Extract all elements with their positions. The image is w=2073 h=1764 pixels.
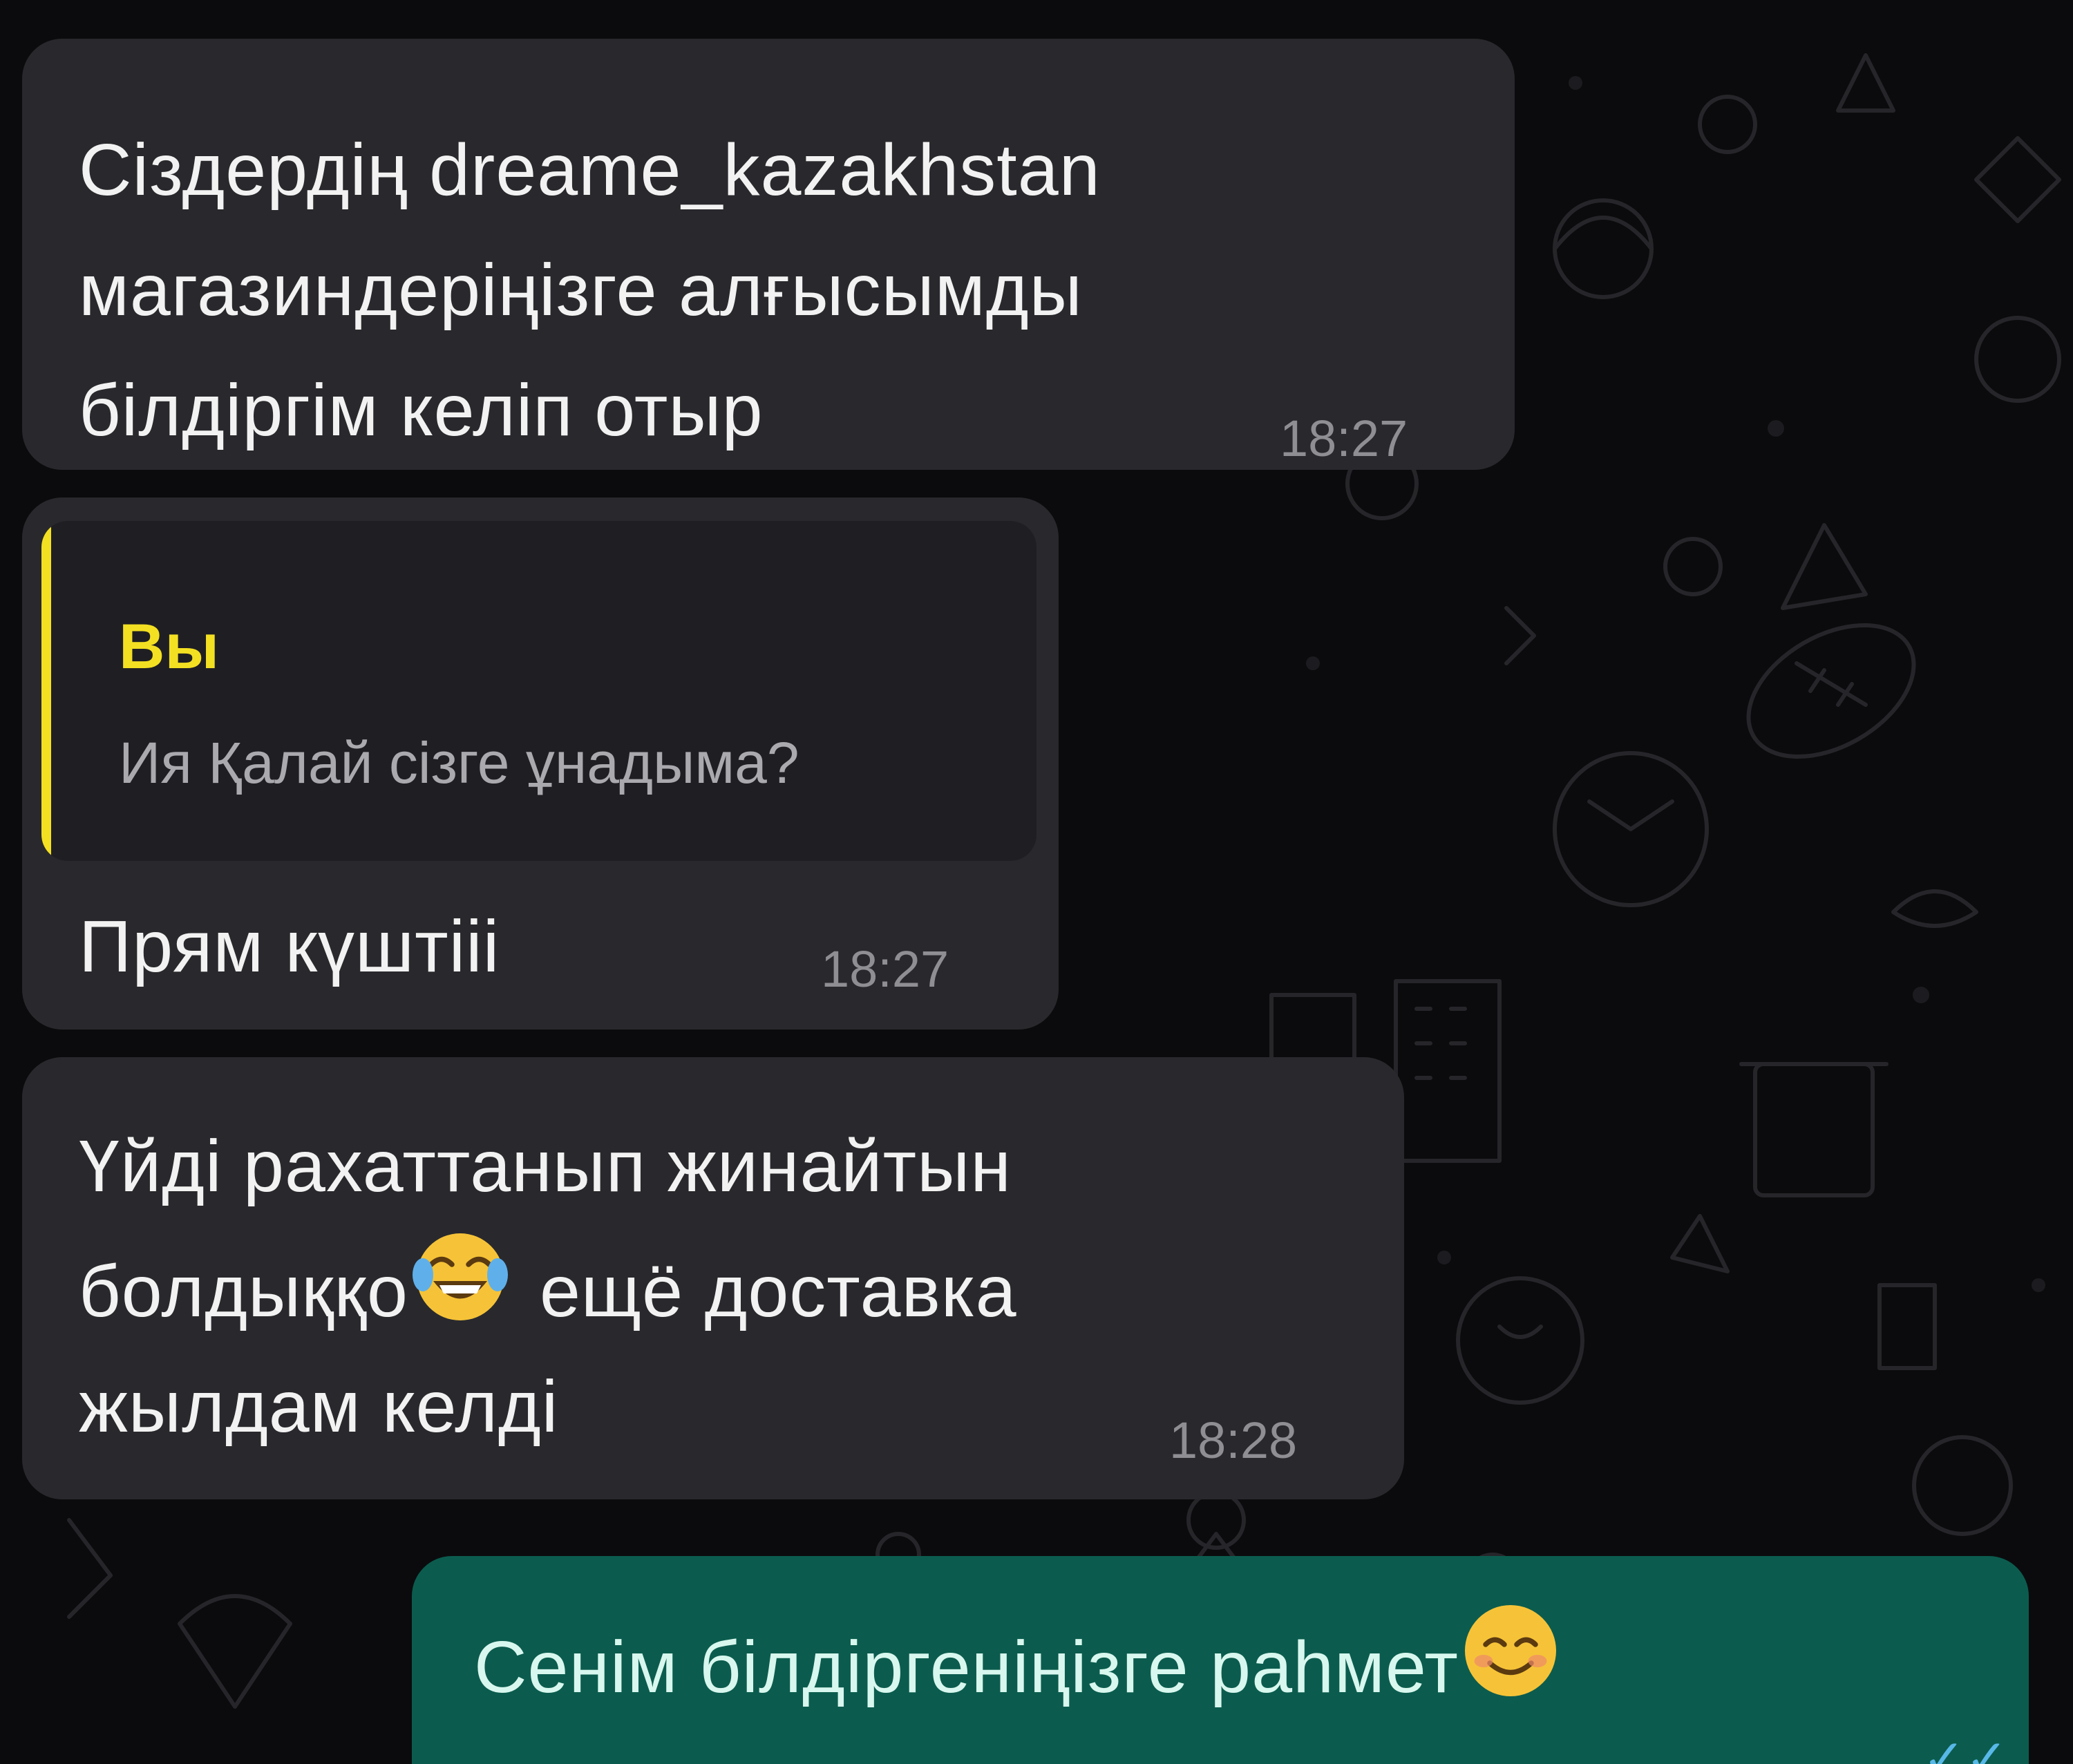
message-time: 18:27 — [1280, 410, 1408, 467]
message-time: 18:27 — [821, 940, 949, 998]
message-line: жылдам келді — [79, 1366, 559, 1448]
message-time: 18:28 — [1169, 1412, 1298, 1469]
message-text-part: болдыққо — [79, 1251, 408, 1332]
quote-accent-bar — [41, 521, 51, 861]
outgoing-message[interactable]: Сенім білдіргеніңізге рahмет ✓✓ — [412, 1556, 2029, 1764]
message-text-part: Сенім білдіргеніңізге рahмет — [474, 1627, 1459, 1708]
read-receipt-icon: ✓✓ — [1922, 1729, 2009, 1764]
message-line: Үйді рахаттанып жинайтын — [79, 1126, 1012, 1207]
message-line: болдыққо ещё доставка — [79, 1229, 1017, 1365]
incoming-message[interactable]: Сіздердің dreame_kazakhstan магазиндерің… — [22, 39, 1515, 470]
face-with-tears-of-joy-icon — [408, 1223, 512, 1360]
message-line: Сенім білдіргеніңізге рahмет — [474, 1604, 1562, 1741]
incoming-message[interactable]: Үйді рахаттанып жинайтын болдыққо ещё до… — [22, 1057, 1404, 1499]
smiling-face-with-smiling-eyes-icon — [1459, 1599, 1562, 1736]
quote-author: Вы — [119, 611, 220, 682]
message-line: магазиндеріңізге алғысымды — [79, 249, 1083, 331]
message-line: Прям күштііі — [79, 906, 500, 987]
incoming-reply-message[interactable]: Вы Ия Қалай сізге ұнадыма? Прям күштііі … — [22, 497, 1059, 1030]
quote-text: Ия Қалай сізге ұнадыма? — [119, 730, 799, 795]
message-line: білдіргім келіп отыр — [79, 370, 764, 451]
message-line: Сіздердің dreame_kazakhstan — [79, 129, 1101, 211]
message-text-part: ещё доставка — [539, 1251, 1017, 1332]
quoted-message[interactable]: Вы Ия Қалай сізге ұнадыма? — [41, 521, 1036, 861]
